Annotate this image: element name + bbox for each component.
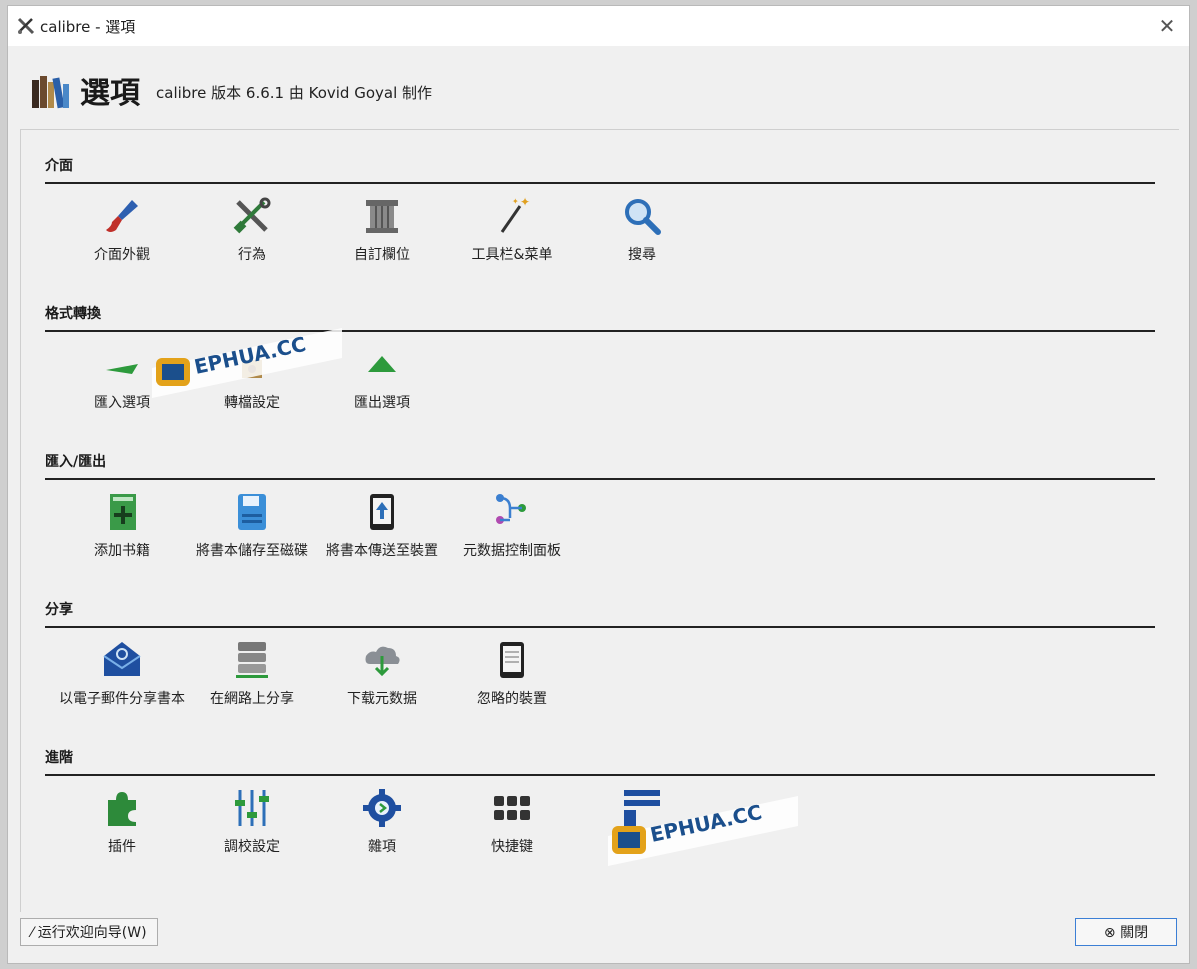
options-panel: 介面 介面外觀 行為 自訂欄位 ✦ ✦ 工具栏&菜单 搜尋 格式轉換 匯入選項 … [20, 129, 1179, 912]
item-plugins[interactable]: 插件 [57, 788, 187, 870]
section-interface: 介面 介面外觀 行為 自訂欄位 ✦ ✦ 工具栏&菜单 搜尋 [45, 154, 1155, 263]
item-adding-books[interactable]: 添加书籍 [57, 492, 187, 574]
close-button[interactable]: ⊗ 關閉 [1075, 918, 1177, 946]
wand-icon: ⁄ [31, 925, 38, 941]
sliders-icon [235, 790, 269, 826]
welcome-wizard-button[interactable]: ⁄ 运行欢迎向导(W) [20, 918, 158, 946]
close-x-icon[interactable]: ✕ [1153, 12, 1181, 40]
tools-icon [233, 197, 271, 234]
item-metadata-download[interactable]: 下载元数据 [317, 640, 447, 722]
send-device-icon [370, 494, 394, 530]
search-icon [625, 199, 661, 235]
options-dialog: calibre - 選項 ✕ 選項 calibre 版本 6.6.1 由 Kov… [8, 6, 1189, 963]
section-divider [45, 774, 1155, 776]
item-sending-to-device[interactable]: 將書本傳送至裝置 [317, 492, 447, 574]
add-book-icon [110, 494, 136, 530]
cloud-download-icon [365, 646, 400, 677]
paintbrush-icon [106, 200, 138, 232]
section-divider [45, 478, 1155, 480]
item-shortcuts[interactable]: 快捷键 [447, 788, 577, 870]
books-icon [32, 76, 69, 109]
gear-icon [363, 789, 401, 827]
email-icon [103, 642, 141, 676]
item-search[interactable]: 搜尋 [577, 196, 707, 278]
import-arrow-icon [106, 364, 138, 374]
item-ignored-devices[interactable]: 忽略的裝置 [447, 640, 577, 722]
calibre-tools-icon [17, 17, 35, 35]
metadata-flow-icon [496, 494, 526, 524]
item-look-and-feel[interactable]: 介面外觀 [57, 196, 187, 278]
column-icon [366, 200, 398, 233]
item-sharing-net[interactable]: 在網路上分享 [187, 640, 317, 722]
section-title: 格式轉換 [45, 306, 101, 322]
section-conversion: 格式轉換 匯入選項 轉檔設定 匯出選項 [45, 302, 1155, 411]
title-bar: calibre - 選項 ✕ [8, 6, 1189, 46]
section-sharing: 分享 以電子郵件分享書本 在網路上分享 下载元数据 忽略的裝置 [45, 598, 1155, 707]
page-title: 選項 [80, 76, 140, 111]
export-arrow-icon [368, 356, 396, 372]
tablet-icon [500, 642, 524, 678]
window-title: calibre - 選項 [40, 18, 136, 36]
save-disk-icon [238, 494, 266, 530]
close-circle-icon: ⊗ [1103, 925, 1121, 941]
puzzle-icon [108, 792, 136, 826]
item-metadata-plugboards[interactable]: 元数据控制面板 [447, 492, 577, 574]
keyboard-icon [494, 796, 530, 820]
item-custom-columns[interactable]: 自訂欄位 [317, 196, 447, 278]
section-title: 匯入/匯出 [45, 454, 107, 470]
server-icon [236, 642, 268, 678]
section-import-export: 匯入/匯出 添加书籍 將書本儲存至磁碟 將書本傳送至裝置 元数据控制面板 [45, 450, 1155, 559]
section-divider [45, 626, 1155, 628]
svg-text:✦: ✦ [512, 197, 519, 206]
section-advanced: 進階 插件 調校設定 雜項 快捷键 [45, 746, 1155, 855]
watermark-logo: EPHUA.CC [608, 796, 798, 866]
section-title: 分享 [45, 602, 73, 618]
section-title: 進階 [45, 750, 73, 766]
item-sharing-email[interactable]: 以電子郵件分享書本 [57, 640, 187, 722]
version-text: calibre 版本 6.6.1 由 Kovid Goyal 制作 [156, 84, 433, 102]
svg-text:✦: ✦ [520, 196, 530, 209]
section-divider [45, 182, 1155, 184]
item-saving-to-disk[interactable]: 將書本儲存至磁碟 [187, 492, 317, 574]
wand-icon: ✦ ✦ [500, 196, 530, 233]
section-title: 介面 [45, 158, 73, 174]
item-tweaks[interactable]: 調校設定 [187, 788, 317, 870]
item-miscellaneous[interactable]: 雜項 [317, 788, 447, 870]
watermark-logo: EPHUA.CC [152, 328, 342, 398]
item-toolbars-menus[interactable]: ✦ ✦ 工具栏&菜单 [447, 196, 577, 278]
item-behavior[interactable]: 行為 [187, 196, 317, 278]
